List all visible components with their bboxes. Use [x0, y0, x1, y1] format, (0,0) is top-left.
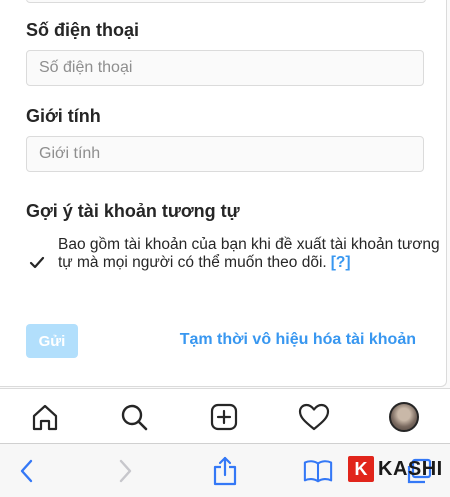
search-button[interactable] — [118, 401, 150, 433]
suggestions-description: Bao gồm tài khoản của bạn khi đề xuất tà… — [58, 236, 448, 272]
phone-input[interactable] — [26, 50, 424, 86]
heart-icon — [298, 403, 330, 431]
home-icon — [32, 404, 58, 431]
profile-button[interactable] — [388, 401, 420, 433]
kashi-text: KASHI — [378, 457, 443, 480]
share-button[interactable] — [210, 456, 240, 486]
disable-account-link[interactable]: Tạm thời vô hiệu hóa tài khoản — [180, 331, 416, 349]
previous-field-bottom — [26, 0, 426, 3]
suggestions-checkbox[interactable] — [28, 254, 46, 272]
search-icon — [121, 404, 148, 431]
kashi-badge: K — [348, 456, 374, 482]
share-icon — [213, 456, 237, 486]
forward-button[interactable] — [110, 456, 140, 486]
home-button[interactable] — [29, 401, 61, 433]
phone-label: Số điện thoại — [26, 20, 140, 40]
suggestions-heading: Gợi ý tài khoản tương tự — [26, 201, 240, 221]
new-post-icon — [210, 403, 238, 431]
activity-button[interactable] — [298, 401, 330, 433]
bookmarks-icon — [303, 460, 333, 483]
checkmark-icon — [29, 256, 45, 269]
gender-input[interactable] — [26, 136, 424, 172]
profile-avatar — [389, 402, 419, 432]
back-button[interactable] — [12, 456, 42, 486]
gender-label: Giới tính — [26, 106, 101, 126]
back-arrow-icon — [20, 459, 33, 483]
edit-profile-form: Số điện thoại Giới tính Gợi ý tài khoản … — [0, 0, 447, 387]
suggestions-text: Bao gồm tài khoản của bạn khi đề xuất tà… — [58, 236, 440, 271]
instagram-bottom-nav — [0, 388, 450, 444]
new-post-button[interactable] — [208, 401, 240, 433]
forward-arrow-icon — [119, 459, 132, 483]
kashi-watermark: K KASHI — [348, 455, 443, 483]
bookmarks-button[interactable] — [303, 456, 333, 486]
help-link[interactable]: [?] — [331, 254, 351, 271]
submit-button[interactable]: Gửi — [26, 324, 78, 358]
